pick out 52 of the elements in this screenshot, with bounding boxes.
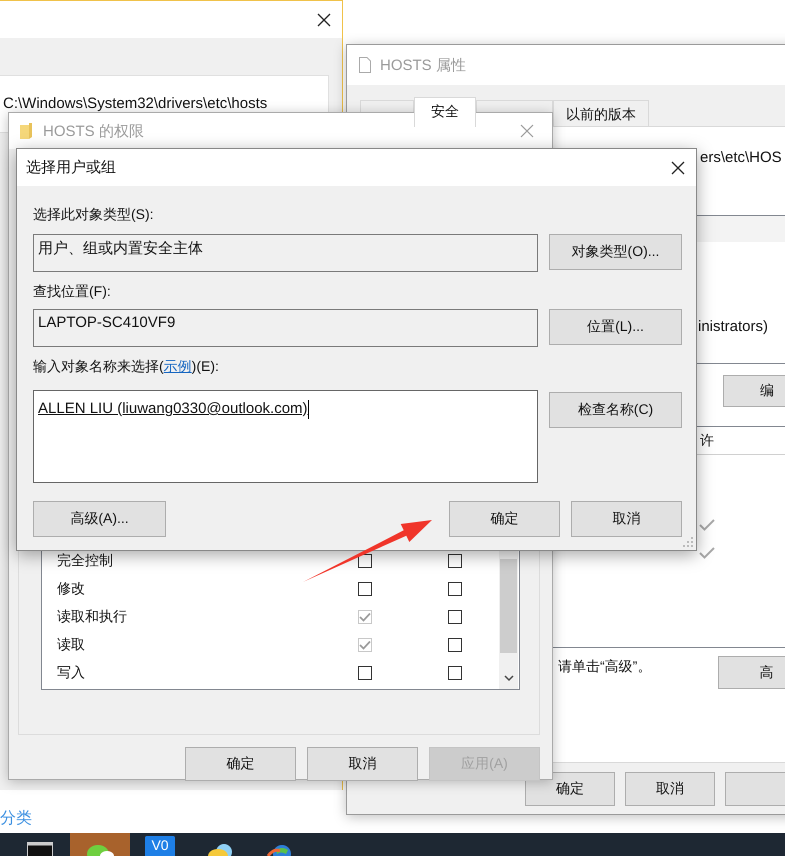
permission-name: 完全控制 bbox=[57, 552, 114, 570]
permission-name: 修改 bbox=[57, 580, 86, 598]
tab[interactable]: 以前的版本 bbox=[553, 100, 649, 126]
example-link[interactable]: 示例 bbox=[164, 358, 192, 374]
advanced-button[interactable]: 高级(A)... bbox=[33, 501, 166, 537]
check-names-button[interactable]: 检查名称(C) bbox=[549, 392, 682, 428]
checkbox[interactable] bbox=[448, 582, 462, 596]
field-label: 输入对象名称来选择(示例)(E): bbox=[33, 357, 220, 375]
list-item[interactable]: inistrators) bbox=[698, 317, 785, 337]
checkbox[interactable] bbox=[358, 666, 372, 680]
edit-button[interactable]: 编 bbox=[723, 375, 785, 407]
column-header: 许 bbox=[700, 432, 714, 450]
object-type-button[interactable]: 对象类型(O)... bbox=[549, 234, 682, 270]
dialog-button[interactable]: 确定 bbox=[185, 747, 296, 781]
ok-button[interactable]: 确定 bbox=[449, 501, 560, 537]
tab[interactable]: 安全 bbox=[414, 97, 476, 127]
location-button[interactable]: 位置(L)... bbox=[549, 309, 682, 345]
dialog-button[interactable]: 确定 bbox=[525, 772, 615, 806]
chat-icon bbox=[86, 842, 114, 856]
app-badge: V0 bbox=[145, 836, 175, 856]
folder-icon bbox=[20, 123, 32, 139]
dialog-button[interactable]: 取消 bbox=[625, 772, 715, 806]
resize-grip[interactable] bbox=[683, 537, 694, 548]
close-icon[interactable] bbox=[671, 160, 685, 174]
field-label: 选择此对象类型(S): bbox=[33, 205, 155, 223]
window-title: HOSTS 属性 bbox=[380, 56, 466, 74]
globe-icon bbox=[266, 842, 294, 856]
location-field: LAPTOP-SC410VF9 bbox=[33, 309, 538, 347]
checkbox[interactable] bbox=[448, 610, 462, 624]
hint-text: 请单击“高级”。 bbox=[558, 658, 652, 676]
permission-name: 写入 bbox=[57, 664, 86, 682]
document-icon bbox=[359, 57, 371, 73]
close-icon[interactable] bbox=[317, 12, 331, 26]
cancel-button[interactable]: 取消 bbox=[571, 501, 682, 537]
field-label: 查找位置(F): bbox=[33, 282, 112, 300]
advanced-button[interactable]: 高 bbox=[718, 656, 785, 689]
checkbox[interactable] bbox=[448, 666, 462, 680]
names-field[interactable]: ALLEN LIU (liuwang0330@outlook.com) bbox=[33, 390, 538, 483]
dialog-title: 选择用户或组 bbox=[26, 158, 116, 177]
checkbox[interactable] bbox=[358, 582, 372, 596]
checkbox[interactable] bbox=[448, 554, 462, 568]
permission-name: 读取 bbox=[57, 636, 86, 654]
terminal-icon bbox=[27, 842, 53, 856]
chevron-down-icon[interactable] bbox=[504, 675, 514, 682]
dialog-button[interactable]: 取消 bbox=[307, 747, 418, 781]
taskbar-button[interactable]: V0 bbox=[130, 833, 190, 856]
cloud-icon bbox=[207, 842, 233, 856]
permission-name: 读取和执行 bbox=[57, 608, 128, 626]
checkbox[interactable] bbox=[358, 554, 372, 568]
object-type-field: 用户、组或内置安全主体 bbox=[33, 234, 538, 272]
checkbox[interactable] bbox=[448, 638, 462, 652]
object-path: ers\etc\HOS bbox=[700, 148, 783, 168]
